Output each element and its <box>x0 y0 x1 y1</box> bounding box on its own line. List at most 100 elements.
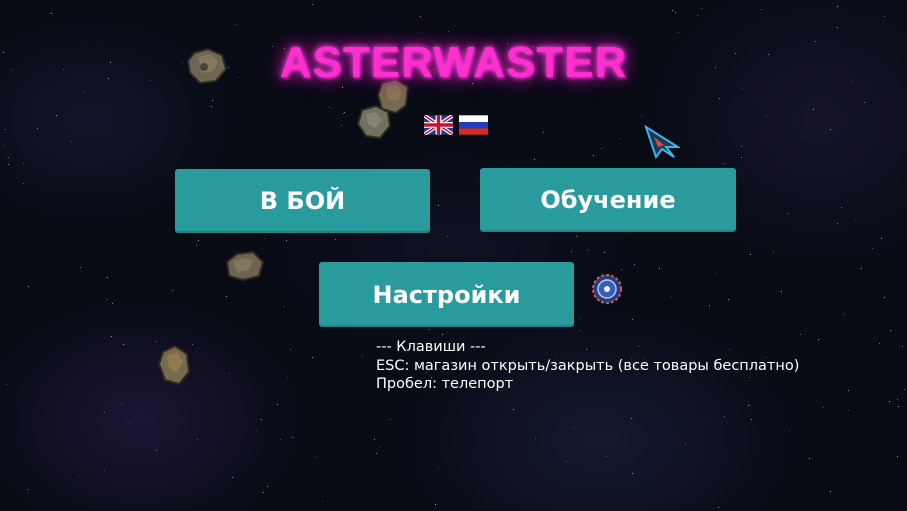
star <box>897 456 898 457</box>
star <box>4 145 5 146</box>
star <box>566 461 567 462</box>
star <box>741 146 742 147</box>
uk-flag-icon[interactable] <box>424 115 453 135</box>
star <box>837 223 838 224</box>
star <box>631 418 632 419</box>
battle-button-label: В БОЙ <box>259 187 346 215</box>
star <box>751 419 752 420</box>
star <box>634 264 635 265</box>
star <box>823 407 824 408</box>
star <box>28 489 29 490</box>
asteroid-icon <box>356 104 392 140</box>
star <box>362 356 363 357</box>
star <box>813 109 814 110</box>
star <box>420 16 421 17</box>
star <box>156 341 157 342</box>
star <box>904 389 905 390</box>
star <box>312 4 313 5</box>
settings-button[interactable]: Настройки <box>319 262 574 327</box>
star <box>129 422 130 423</box>
star <box>172 290 173 291</box>
star <box>604 252 605 253</box>
star <box>855 219 856 220</box>
star <box>23 183 24 184</box>
star <box>890 330 891 331</box>
star <box>762 140 763 141</box>
star <box>724 416 725 417</box>
star <box>830 491 831 492</box>
star <box>123 344 124 345</box>
star <box>571 251 572 252</box>
star <box>104 412 105 413</box>
star <box>277 404 278 405</box>
star <box>809 458 810 459</box>
star <box>290 349 291 350</box>
star <box>261 419 262 420</box>
star <box>761 9 762 10</box>
star <box>6 384 7 385</box>
star <box>843 313 844 314</box>
game-title: ASTERWASTER <box>279 38 628 87</box>
star <box>641 115 642 116</box>
star <box>837 6 838 7</box>
star <box>197 439 198 440</box>
star <box>192 344 193 345</box>
star <box>390 419 391 420</box>
star <box>112 303 113 304</box>
star <box>23 163 24 164</box>
star <box>672 10 673 11</box>
star <box>781 291 782 292</box>
star <box>344 112 345 113</box>
star <box>606 456 607 457</box>
star <box>697 15 698 16</box>
star <box>374 439 375 440</box>
controls-help-header: --- Клавиши --- <box>376 339 486 355</box>
star <box>226 296 227 297</box>
star <box>701 8 702 9</box>
star <box>121 404 122 405</box>
star <box>632 473 633 474</box>
star <box>766 115 767 116</box>
star <box>312 357 313 358</box>
star <box>773 252 774 253</box>
star <box>830 129 831 130</box>
star <box>719 98 720 99</box>
star <box>341 125 342 126</box>
star <box>632 319 633 320</box>
star <box>448 31 449 32</box>
star <box>800 334 801 335</box>
star <box>211 106 212 107</box>
star <box>104 470 105 471</box>
enemy-drone-icon <box>592 274 622 304</box>
star <box>329 107 330 108</box>
star <box>376 453 377 454</box>
star <box>741 157 742 158</box>
star <box>593 155 594 156</box>
star <box>579 318 580 319</box>
star <box>709 305 710 306</box>
star <box>848 390 849 391</box>
star <box>8 164 9 165</box>
star <box>543 132 544 133</box>
star <box>742 88 743 89</box>
star <box>837 27 838 28</box>
star <box>286 240 287 241</box>
star <box>229 373 230 374</box>
star <box>619 138 620 139</box>
star <box>111 336 112 337</box>
battle-button[interactable]: В БОЙ <box>175 169 430 233</box>
star <box>879 343 880 344</box>
star <box>379 447 380 448</box>
star <box>322 501 323 502</box>
star <box>897 399 898 400</box>
star <box>198 240 199 241</box>
star <box>8 157 9 158</box>
star <box>287 377 288 378</box>
russia-flag-icon[interactable] <box>459 115 488 135</box>
star <box>872 248 873 249</box>
star <box>848 410 849 411</box>
tutorial-button[interactable]: Обучение <box>480 168 736 232</box>
controls-help: --- Клавиши --- ESC: магазин открыть/зак… <box>376 338 799 394</box>
star <box>83 92 84 93</box>
star <box>232 477 233 478</box>
